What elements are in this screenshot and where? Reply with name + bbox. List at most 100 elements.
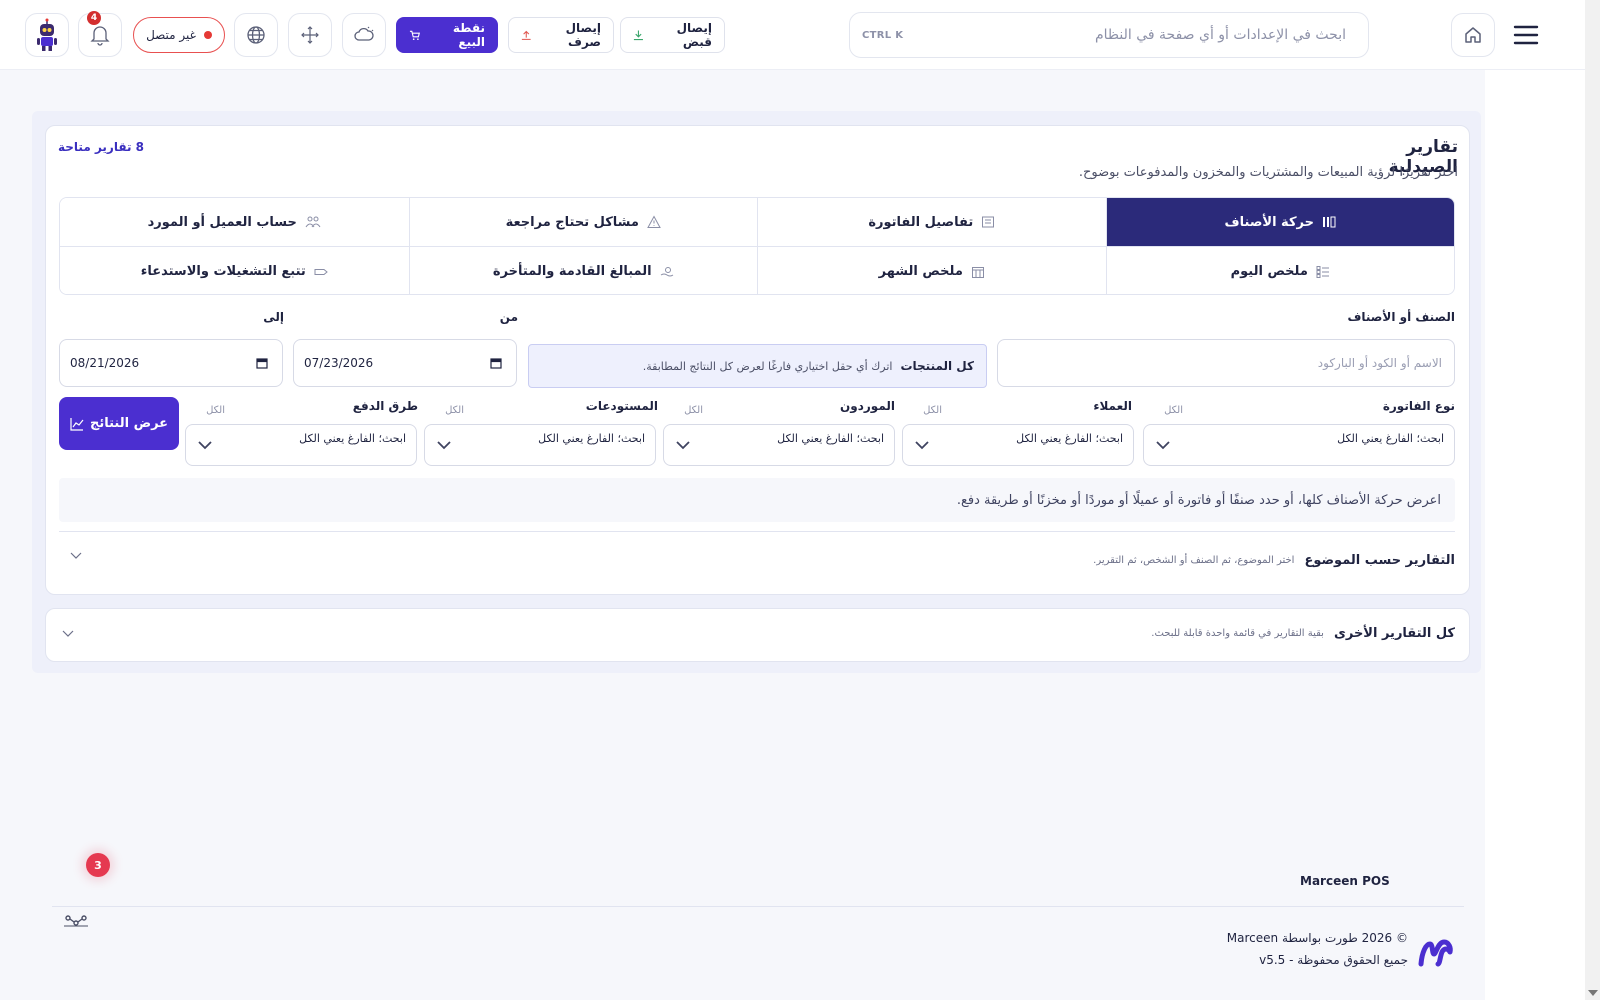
language-button[interactable]	[234, 13, 278, 57]
footer-brand: Marceen POS	[1300, 874, 1390, 888]
customers-value: ابحث؛ الفارغ يعني الكل	[1016, 432, 1123, 445]
menu-icon[interactable]	[1506, 13, 1546, 57]
tab-items-movement[interactable]: حركة الأصناف	[1105, 198, 1454, 247]
reports-count: 8 تقارير متاحة	[58, 140, 145, 154]
widget-icon[interactable]	[64, 915, 88, 927]
network-icon	[64, 915, 88, 927]
cloud-sun-icon	[354, 26, 374, 41]
by-topic-desc: اختر الموضوع، ثم الصنف أو الشخص، ثم التق…	[1093, 555, 1295, 566]
to-date-value: 08/21/2026	[70, 356, 140, 370]
theme-toggle-button[interactable]	[342, 13, 386, 57]
info-strip: اعرض حركة الأصناف كلها، أو حدد صنفًا أو …	[59, 478, 1455, 522]
by-topic-header[interactable]: التقارير حسب الموضوع اختر الموضوع، ثم ال…	[900, 553, 1455, 568]
chevron-down-icon	[198, 441, 212, 450]
chevron-down-icon	[62, 630, 74, 637]
other-reports-toggle[interactable]	[62, 630, 74, 637]
tab-label: تفاصيل الفاتورة	[868, 214, 974, 230]
tab-day-summary[interactable]: ملخص اليوم	[1105, 247, 1454, 294]
customers-label: العملاء	[1093, 399, 1132, 413]
payment-methods-select[interactable]: ابحث؛ الفارغ يعني الكل	[185, 424, 417, 466]
tab-incoming-overdue-amounts[interactable]: المبالغ القادمة والمتأخرة	[408, 247, 757, 294]
all-products-label: كل المنتجات	[900, 359, 974, 373]
calendar-icon[interactable]	[490, 357, 502, 369]
customers-select[interactable]: ابحث؛ الفارغ يعني الكل	[902, 424, 1134, 466]
tab-issues-review[interactable]: مشاكل تحتاج مراجعة	[408, 198, 757, 247]
all-products-hint: اترك أي حقل اختياري فارغًا لعرض كل النتا…	[642, 359, 893, 373]
chevron-down-icon	[70, 552, 82, 559]
search-shortcut: CTRL K	[862, 29, 904, 41]
suppliers-value: ابحث؛ الفارغ يعني الكل	[777, 432, 884, 445]
receipt-out-button[interactable]: إيصال صرف	[508, 17, 614, 53]
calendar-icon	[971, 266, 984, 278]
from-date-input[interactable]: 07/23/2026	[293, 339, 517, 387]
by-topic-title: التقارير حسب الموضوع	[1304, 553, 1455, 568]
robot-avatar-icon	[37, 18, 57, 51]
footer-copyright: © 2026 طورت بواسطة Marceen	[1226, 931, 1408, 945]
item-search-placeholder: الاسم أو الكود أو الباركود	[1317, 356, 1442, 370]
other-reports-desc: بقية التقارير في قائمة واحدة قابلة للبحث…	[1151, 628, 1324, 639]
notification-badge: 4	[87, 11, 101, 25]
tab-label: ملخص الشهر	[878, 264, 963, 279]
invoice-type-select[interactable]: ابحث؛ الفارغ يعني الكل	[1143, 424, 1455, 466]
to-date-input[interactable]: 08/21/2026	[59, 339, 283, 387]
tab-customer-supplier-account[interactable]: حساب العميل أو المورد	[60, 198, 409, 247]
receipt-in-label: إيصال قبض	[676, 21, 712, 49]
search-input[interactable]: ابحث في الإعدادات أو أي صفحة في النظام C…	[849, 12, 1369, 58]
floating-badge[interactable]: 3	[86, 853, 110, 877]
tab-batch-tracking-recall[interactable]: تتبع التشغيلات والاستدعاء	[60, 247, 409, 294]
suppliers-select[interactable]: ابحث؛ الفارغ يعني الكل	[663, 424, 895, 466]
suppliers-label: الموردون	[840, 399, 895, 413]
connection-status[interactable]: غير متصل	[133, 17, 225, 53]
tab-month-summary[interactable]: ملخص الشهر	[757, 247, 1106, 294]
item-label: الصنف أو الأصناف	[1347, 310, 1455, 324]
download-icon	[633, 30, 643, 41]
tab-label: حركة الأصناف	[1224, 214, 1314, 230]
item-search-input[interactable]: الاسم أو الكود أو الباركود	[997, 339, 1455, 387]
notifications-button[interactable]: 4	[78, 11, 122, 57]
right-gutter	[1485, 70, 1585, 1000]
warehouses-label: المستودعات	[585, 399, 658, 413]
tab-label: تتبع التشغيلات والاستدعاء	[140, 264, 306, 279]
page-scrollbar[interactable]	[1585, 0, 1600, 1000]
upload-icon	[521, 30, 531, 40]
marceen-logo-icon	[1418, 939, 1453, 967]
status-label: غير متصل	[146, 28, 196, 42]
warehouses-select[interactable]: ابحث؛ الفارغ يعني الكل	[424, 424, 656, 466]
warning-icon	[647, 215, 661, 228]
tag-icon	[314, 268, 328, 275]
tab-label: ملخص اليوم	[1230, 264, 1308, 279]
calendar-icon[interactable]	[256, 357, 268, 369]
other-reports-title: كل التقارير الأخرى	[1333, 626, 1455, 641]
footer-rights: جميع الحقوق محفوظة - v5.5	[1259, 953, 1408, 967]
show-results-button[interactable]: عرض النتائج	[59, 397, 179, 450]
invoice-type-label: نوع الفاتورة	[1382, 399, 1455, 413]
receipt-in-button[interactable]: إيصال قبض	[620, 17, 725, 53]
by-topic-toggle[interactable]	[70, 552, 82, 559]
from-label: من	[499, 310, 518, 324]
report-tabs: حركة الأصناف تفاصيل الفاتورة مشاكل تحتاج…	[59, 197, 1455, 295]
warehouses-value: ابحث؛ الفارغ يعني الكل	[538, 432, 645, 445]
invoice-icon	[982, 216, 995, 228]
customers-hint: الكل	[923, 405, 942, 416]
scroll-down-arrow[interactable]	[1588, 990, 1598, 996]
bell-icon	[90, 26, 110, 46]
money-icon	[660, 266, 673, 276]
pos-button[interactable]: نقطة البيع	[396, 17, 498, 53]
pos-label: نقطة البيع	[452, 21, 485, 49]
payment-methods-value: ابحث؛ الفارغ يعني الكل	[299, 432, 406, 445]
chart-icon	[70, 417, 84, 431]
footer-divider	[52, 906, 1464, 907]
avatar[interactable]	[25, 13, 69, 57]
invoice-type-value: ابحث؛ الفارغ يعني الكل	[1337, 432, 1444, 445]
receipt-out-label: إيصال صرف	[565, 21, 601, 49]
other-reports-header[interactable]: كل التقارير الأخرى بقية التقارير في قائم…	[900, 626, 1455, 641]
payment-methods-hint: الكل	[206, 405, 225, 416]
people-icon	[305, 216, 321, 228]
tab-invoice-details[interactable]: تفاصيل الفاتورة	[757, 198, 1106, 247]
marceen-logo	[1418, 936, 1454, 968]
suppliers-hint: الكل	[684, 405, 703, 416]
invoice-type-hint: الكل	[1164, 405, 1183, 416]
fullscreen-button[interactable]	[288, 13, 332, 57]
home-button[interactable]	[1451, 13, 1495, 57]
all-products-notice: كل المنتجات اترك أي حقل اختياري فارغًا ل…	[528, 344, 987, 388]
